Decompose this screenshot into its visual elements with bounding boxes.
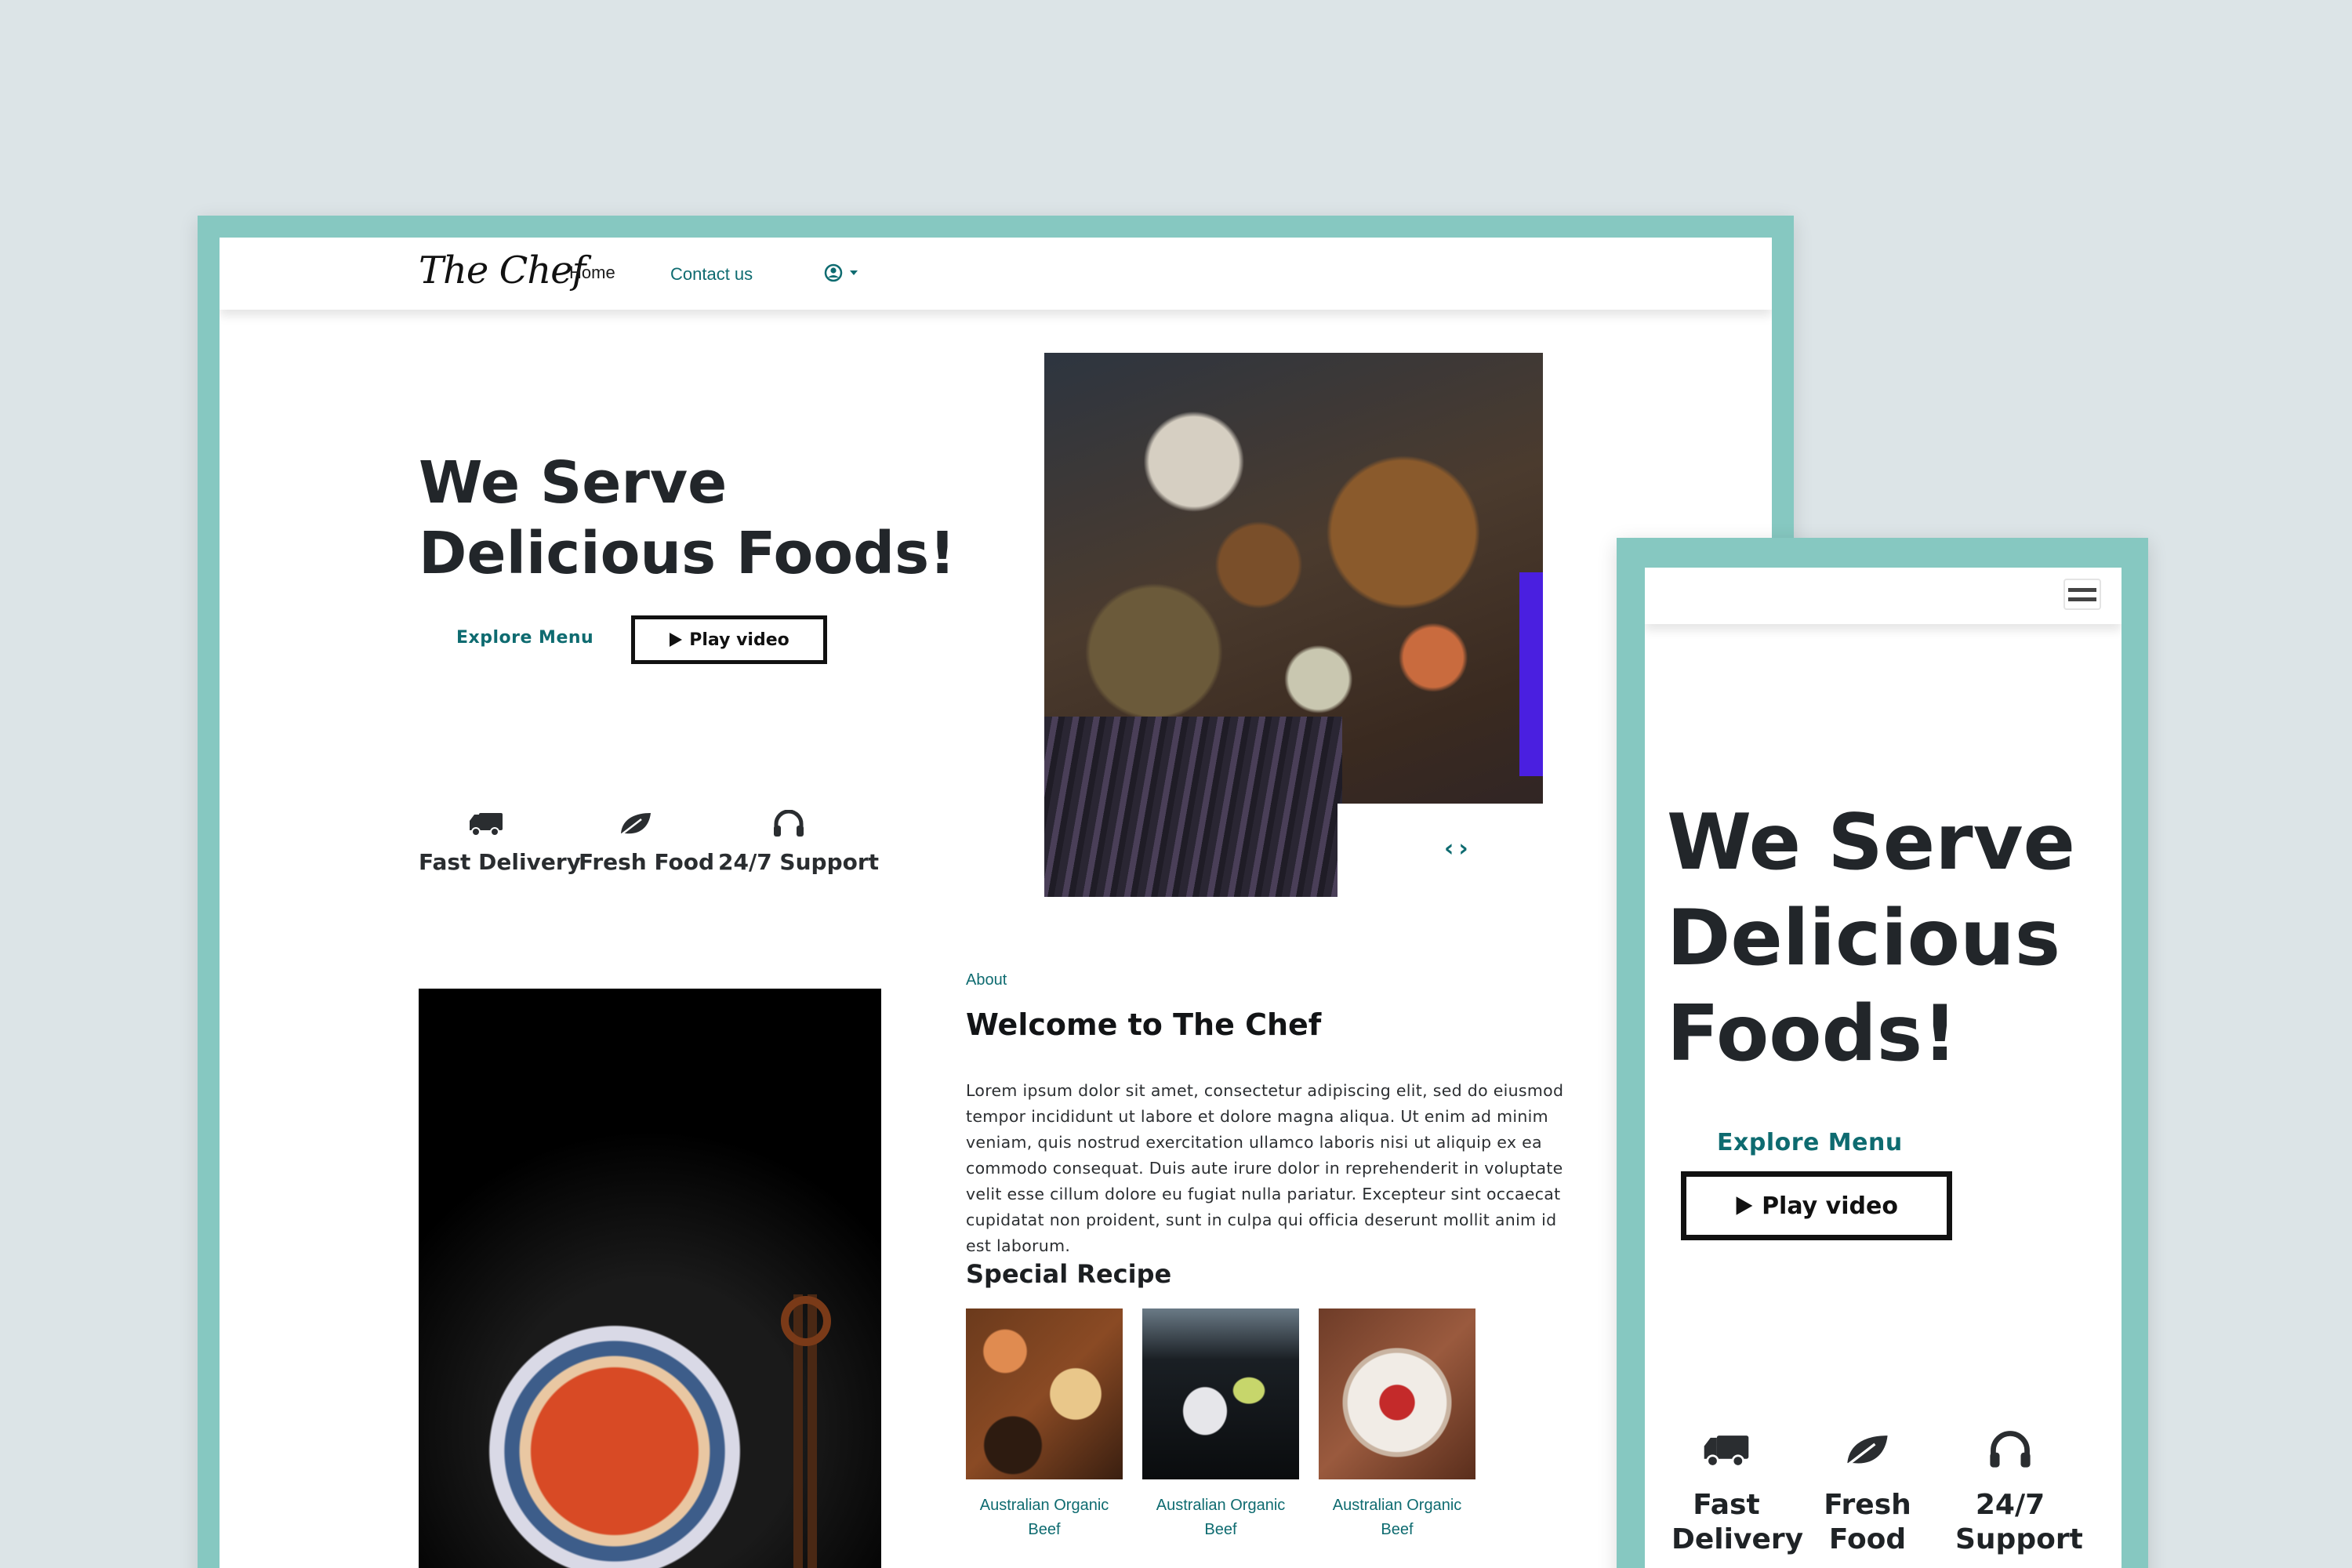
recipe-card[interactable]: Australian Organic Beef — [1142, 1308, 1299, 1542]
hero-image-corner — [1338, 804, 1543, 897]
special-recipe-title: Special Recipe — [966, 1259, 1172, 1289]
mobile-mockup-frame: We Serve Delicious Foods! Explore Menu P… — [1617, 538, 2148, 1568]
hero-image-detail — [1519, 572, 1543, 776]
logo[interactable]: The Chef — [419, 249, 586, 292]
leaf-icon — [1846, 1436, 1888, 1467]
feature-label: Fresh Food — [579, 849, 714, 875]
play-icon — [670, 633, 683, 647]
about-title: Welcome to The Chef — [966, 1007, 1322, 1042]
hero-food-image — [1044, 353, 1543, 897]
mobile-feature-fresh-food: Fresh Food — [1813, 1430, 1922, 1557]
hero-image-detail — [1044, 717, 1342, 897]
mobile-feature-label: 24/7 Support — [1955, 1489, 2083, 1555]
mobile-feature-label: Fast Delivery — [1671, 1489, 1804, 1555]
hero-title: We Serve Delicious Foods! — [419, 448, 956, 589]
mobile-feature-support: 24/7 Support — [1955, 1430, 2083, 1557]
about-label: About — [966, 971, 1007, 989]
mobile-feature-fast-delivery: Fast Delivery — [1671, 1430, 1803, 1557]
about-text: Lorem ipsum dolor sit amet, consectetur … — [966, 1081, 1564, 1255]
about-noodle-image — [419, 989, 881, 1568]
recipe-caption-line2: Beef — [1381, 1521, 1414, 1538]
play-video-button[interactable]: Play video — [631, 615, 827, 664]
mobile-hero-title: We Serve Delicious Foods! — [1667, 795, 2106, 1082]
hero-title-line1: We Serve — [419, 449, 728, 517]
carousel-controls: ‹› — [1444, 835, 1473, 862]
truck-icon — [470, 813, 503, 837]
mobile-hero-title-line3: Foods! — [1667, 989, 1958, 1079]
recipe-caption[interactable]: Australian Organic Beef — [1142, 1494, 1299, 1542]
recipe-caption-line1: Australian Organic — [1332, 1497, 1462, 1514]
noodle-bowl-graphic — [481, 1318, 748, 1568]
nav-link-home[interactable]: Home — [569, 263, 615, 283]
mobile-play-video-label: Play video — [1762, 1192, 1898, 1220]
headphones-icon — [774, 810, 804, 837]
recipe-caption-line1: Australian Organic — [979, 1497, 1109, 1514]
feature-fast-delivery: Fast Delivery — [419, 810, 581, 875]
mobile-feature-label: Fresh Food — [1824, 1489, 1911, 1555]
chopstick-rest-graphic — [781, 1296, 831, 1346]
navbar: The Chef Home Contact us — [220, 238, 1772, 310]
recipe-caption[interactable]: Australian Organic Beef — [1319, 1494, 1475, 1542]
recipe-caption-line2: Beef — [1204, 1521, 1237, 1538]
user-menu-dropdown[interactable] — [823, 261, 867, 285]
chevron-right-icon[interactable]: › — [1458, 835, 1472, 862]
play-video-label: Play video — [689, 630, 789, 650]
nav-link-contact[interactable]: Contact us — [670, 264, 753, 285]
caret-down-icon — [850, 270, 858, 275]
mobile-screen: We Serve Delicious Foods! Explore Menu P… — [1645, 568, 2122, 1568]
recipe-image[interactable] — [966, 1308, 1123, 1479]
hamburger-line — [2068, 597, 2096, 601]
headphones-icon — [1990, 1431, 2031, 1468]
mobile-play-video-button[interactable]: Play video — [1681, 1171, 1952, 1240]
mobile-hero-title-line1: We Serve — [1667, 798, 2075, 887]
leaf-icon — [620, 813, 651, 836]
mobile-navbar — [1645, 568, 2122, 624]
hamburger-line — [2068, 588, 2096, 592]
explore-menu-link[interactable]: Explore Menu — [456, 628, 593, 648]
recipe-caption[interactable]: Australian Organic Beef — [966, 1494, 1123, 1542]
mobile-explore-menu-link[interactable]: Explore Menu — [1717, 1129, 1903, 1156]
desktop-screen: The Chef Home Contact us We Serve Delici… — [220, 238, 1772, 1568]
user-circle-icon — [824, 263, 858, 282]
recipe-image[interactable] — [1319, 1308, 1475, 1479]
feature-label: Fast Delivery — [419, 849, 581, 875]
recipe-caption-line2: Beef — [1028, 1521, 1061, 1538]
hamburger-menu-icon[interactable] — [2063, 579, 2101, 610]
feature-support: 24/7 Support — [718, 810, 879, 875]
hero-title-line2: Delicious Foods! — [419, 520, 956, 587]
recipe-card[interactable]: Australian Organic Beef — [966, 1308, 1123, 1542]
recipe-caption-line1: Australian Organic — [1156, 1497, 1286, 1514]
desktop-mockup-frame: The Chef Home Contact us We Serve Delici… — [198, 216, 1794, 1568]
mobile-hero-title-line2: Delicious — [1667, 894, 2061, 983]
chevron-left-icon[interactable]: ‹ — [1444, 835, 1458, 862]
recipe-image[interactable] — [1142, 1308, 1299, 1479]
truck-icon — [1704, 1436, 1749, 1468]
play-icon — [1736, 1196, 1753, 1215]
recipe-card[interactable]: Australian Organic Beef — [1319, 1308, 1475, 1542]
feature-fresh-food: Fresh Food — [579, 810, 714, 875]
feature-label: 24/7 Support — [718, 849, 880, 875]
